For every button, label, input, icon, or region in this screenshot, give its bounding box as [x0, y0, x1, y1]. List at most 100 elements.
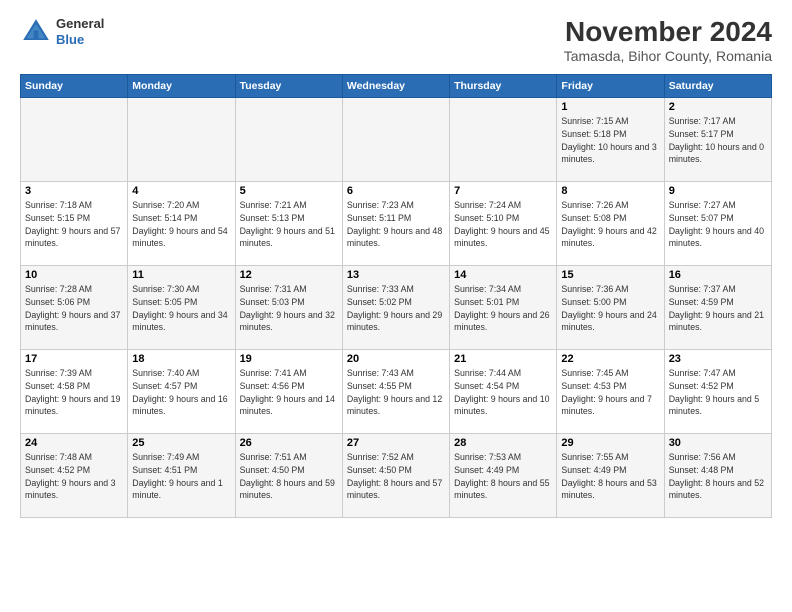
day-number: 9	[669, 185, 767, 197]
day-info: Sunrise: 7:51 AMSunset: 4:50 PMDaylight:…	[240, 451, 338, 502]
day-number: 6	[347, 185, 445, 197]
day-info: Sunrise: 7:23 AMSunset: 5:11 PMDaylight:…	[347, 199, 445, 250]
logo: General Blue	[20, 16, 104, 48]
day-number: 19	[240, 353, 338, 365]
day-info: Sunrise: 7:24 AMSunset: 5:10 PMDaylight:…	[454, 199, 552, 250]
calendar-week-0: 1Sunrise: 7:15 AMSunset: 5:18 PMDaylight…	[21, 98, 772, 182]
calendar-title: November 2024	[564, 16, 772, 48]
day-number: 13	[347, 269, 445, 281]
day-number: 27	[347, 437, 445, 449]
calendar-cell: 26 Sunrise: 7:51 AMSunset: 4:50 PMDayligh…	[235, 434, 342, 518]
weekday-header-saturday: Saturday	[664, 75, 771, 98]
calendar-cell: 18Sunrise: 7:40 AMSunset: 4:57 PMDayligh…	[128, 350, 235, 434]
day-number: 20	[347, 353, 445, 365]
day-info: Sunrise: 7:52 AMSunset: 4:50 PMDaylight:…	[347, 451, 445, 502]
calendar-cell: 25 Sunrise: 7:49 AMSunset: 4:51 PMDayligh…	[128, 434, 235, 518]
day-number: 12	[240, 269, 338, 281]
day-info: Sunrise: 7:33 AMSunset: 5:02 PMDaylight:…	[347, 283, 445, 334]
day-info: Sunrise: 7:17 AMSunset: 5:17 PMDaylight:…	[669, 115, 767, 166]
day-info: Sunrise: 7:26 AMSunset: 5:08 PMDaylight:…	[561, 199, 659, 250]
day-number: 3	[25, 185, 123, 197]
calendar-cell: 22 Sunrise: 7:45 AMSunset: 4:53 PMDayligh…	[557, 350, 664, 434]
calendar-cell: 20Sunrise: 7:43 AMSunset: 4:55 PMDayligh…	[342, 350, 449, 434]
day-info: Sunrise: 7:56 AMSunset: 4:48 PMDaylight:…	[669, 451, 767, 502]
day-number: 22	[561, 353, 659, 365]
day-number: 14	[454, 269, 552, 281]
calendar-cell: 23 Sunrise: 7:47 AMSunset: 4:52 PMDayligh…	[664, 350, 771, 434]
calendar-cell: 8 Sunrise: 7:26 AMSunset: 5:08 PMDaylight…	[557, 182, 664, 266]
day-info: Sunrise: 7:20 AMSunset: 5:14 PMDaylight:…	[132, 199, 230, 250]
day-number: 23	[669, 353, 767, 365]
day-number: 16	[669, 269, 767, 281]
calendar-cell: 5 Sunrise: 7:21 AMSunset: 5:13 PMDaylight…	[235, 182, 342, 266]
day-info: Sunrise: 7:28 AMSunset: 5:06 PMDaylight:…	[25, 283, 123, 334]
day-info: Sunrise: 7:49 AMSunset: 4:51 PMDaylight:…	[132, 451, 230, 502]
day-number: 4	[132, 185, 230, 197]
day-info: Sunrise: 7:36 AMSunset: 5:00 PMDaylight:…	[561, 283, 659, 334]
day-info: Sunrise: 7:18 AMSunset: 5:15 PMDaylight:…	[25, 199, 123, 250]
calendar-cell: 6 Sunrise: 7:23 AMSunset: 5:11 PMDaylight…	[342, 182, 449, 266]
weekday-header-row: SundayMondayTuesdayWednesdayThursdayFrid…	[21, 75, 772, 98]
page: General Blue November 2024 Tamasda, Biho…	[0, 0, 792, 612]
day-number: 1	[561, 101, 659, 113]
calendar-cell: 1Sunrise: 7:15 AMSunset: 5:18 PMDaylight…	[557, 98, 664, 182]
calendar-cell: 29 Sunrise: 7:55 AMSunset: 4:49 PMDayligh…	[557, 434, 664, 518]
calendar-cell: 21 Sunrise: 7:44 AMSunset: 4:54 PMDayligh…	[450, 350, 557, 434]
day-info: Sunrise: 7:21 AMSunset: 5:13 PMDaylight:…	[240, 199, 338, 250]
calendar-cell: 10 Sunrise: 7:28 AMSunset: 5:06 PMDayligh…	[21, 266, 128, 350]
day-info: Sunrise: 7:47 AMSunset: 4:52 PMDaylight:…	[669, 367, 767, 418]
day-info: Sunrise: 7:45 AMSunset: 4:53 PMDaylight:…	[561, 367, 659, 418]
calendar-week-4: 24 Sunrise: 7:48 AMSunset: 4:52 PMDayligh…	[21, 434, 772, 518]
calendar-cell: 12 Sunrise: 7:31 AMSunset: 5:03 PMDayligh…	[235, 266, 342, 350]
day-number: 26	[240, 437, 338, 449]
day-number: 25	[132, 437, 230, 449]
day-number: 15	[561, 269, 659, 281]
day-number: 17	[25, 353, 123, 365]
calendar-cell: 24 Sunrise: 7:48 AMSunset: 4:52 PMDayligh…	[21, 434, 128, 518]
day-number: 2	[669, 101, 767, 113]
calendar-week-3: 17 Sunrise: 7:39 AMSunset: 4:58 PMDayligh…	[21, 350, 772, 434]
calendar-week-1: 3 Sunrise: 7:18 AMSunset: 5:15 PMDaylight…	[21, 182, 772, 266]
calendar-cell: 9 Sunrise: 7:27 AMSunset: 5:07 PMDaylight…	[664, 182, 771, 266]
calendar-table: SundayMondayTuesdayWednesdayThursdayFrid…	[20, 74, 772, 518]
day-number: 21	[454, 353, 552, 365]
day-info: Sunrise: 7:39 AMSunset: 4:58 PMDaylight:…	[25, 367, 123, 418]
calendar-cell: 17 Sunrise: 7:39 AMSunset: 4:58 PMDayligh…	[21, 350, 128, 434]
calendar-cell: 11Sunrise: 7:30 AMSunset: 5:05 PMDayligh…	[128, 266, 235, 350]
calendar-cell	[128, 98, 235, 182]
title-block: November 2024 Tamasda, Bihor County, Rom…	[564, 16, 772, 64]
calendar-cell: 2 Sunrise: 7:17 AMSunset: 5:17 PMDaylight…	[664, 98, 771, 182]
day-info: Sunrise: 7:31 AMSunset: 5:03 PMDaylight:…	[240, 283, 338, 334]
day-info: Sunrise: 7:48 AMSunset: 4:52 PMDaylight:…	[25, 451, 123, 502]
day-number: 8	[561, 185, 659, 197]
day-info: Sunrise: 7:41 AMSunset: 4:56 PMDaylight:…	[240, 367, 338, 418]
day-info: Sunrise: 7:53 AMSunset: 4:49 PMDaylight:…	[454, 451, 552, 502]
logo-text: General Blue	[56, 16, 104, 47]
day-info: Sunrise: 7:27 AMSunset: 5:07 PMDaylight:…	[669, 199, 767, 250]
day-number: 10	[25, 269, 123, 281]
weekday-header-tuesday: Tuesday	[235, 75, 342, 98]
day-number: 28	[454, 437, 552, 449]
calendar-subtitle: Tamasda, Bihor County, Romania	[564, 48, 772, 64]
day-info: Sunrise: 7:55 AMSunset: 4:49 PMDaylight:…	[561, 451, 659, 502]
weekday-header-monday: Monday	[128, 75, 235, 98]
weekday-header-friday: Friday	[557, 75, 664, 98]
calendar-cell: 4 Sunrise: 7:20 AMSunset: 5:14 PMDaylight…	[128, 182, 235, 266]
calendar-cell	[235, 98, 342, 182]
calendar-cell: 13 Sunrise: 7:33 AMSunset: 5:02 PMDayligh…	[342, 266, 449, 350]
day-info: Sunrise: 7:34 AMSunset: 5:01 PMDaylight:…	[454, 283, 552, 334]
calendar-cell	[450, 98, 557, 182]
calendar-cell: 30Sunrise: 7:56 AMSunset: 4:48 PMDayligh…	[664, 434, 771, 518]
calendar-cell: 19 Sunrise: 7:41 AMSunset: 4:56 PMDayligh…	[235, 350, 342, 434]
calendar-cell: 14 Sunrise: 7:34 AMSunset: 5:01 PMDayligh…	[450, 266, 557, 350]
day-number: 29	[561, 437, 659, 449]
calendar-cell: 7Sunrise: 7:24 AMSunset: 5:10 PMDaylight…	[450, 182, 557, 266]
calendar-cell: 3 Sunrise: 7:18 AMSunset: 5:15 PMDaylight…	[21, 182, 128, 266]
day-number: 24	[25, 437, 123, 449]
day-number: 5	[240, 185, 338, 197]
weekday-header-sunday: Sunday	[21, 75, 128, 98]
weekday-header-thursday: Thursday	[450, 75, 557, 98]
day-info: Sunrise: 7:44 AMSunset: 4:54 PMDaylight:…	[454, 367, 552, 418]
logo-icon	[20, 16, 52, 48]
calendar-cell: 15 Sunrise: 7:36 AMSunset: 5:00 PMDayligh…	[557, 266, 664, 350]
